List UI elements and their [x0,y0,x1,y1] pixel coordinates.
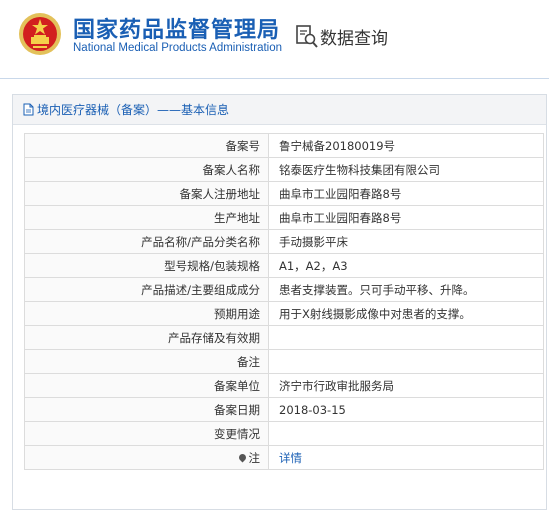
details-link[interactable]: 详情 [279,451,302,465]
row-label: 生产地址 [24,205,269,230]
row-value: 曲阜市工业园阳春路8号 [268,205,544,230]
row-label: 备案人名称 [24,157,269,182]
info-table: 备案号 鲁宁械备20180019号 备案人名称 铭泰医疗生物科技集团有限公司 备… [24,133,544,470]
panel-title: 境内医疗器械（备案）——基本信息 [37,103,230,117]
row-label: 产品描述/主要组成成分 [24,277,269,302]
table-row: 型号规格/包装规格 A1，A2，A3 [24,253,544,278]
row-label: 预期用途 [24,301,269,326]
table-row: 产品存储及有效期 [24,325,544,350]
row-value: 济宁市行政审批服务局 [268,373,544,398]
note-label-cell: 注 [24,445,269,470]
table-row: 备案号 鲁宁械备20180019号 [24,133,544,158]
row-value: 手动摄影平床 [268,229,544,254]
row-label: 注 [248,450,261,465]
site-header: 国家药品监督管理局 National Medical Products Admi… [0,0,549,74]
table-row: 备案单位 济宁市行政审批服务局 [24,373,544,398]
row-value: 2018-03-15 [268,397,544,422]
data-search-link[interactable]: 数据查询 [320,24,388,49]
detail-panel: 境内医疗器械（备案）——基本信息 备案号 鲁宁械备20180019号 备案人名称… [12,94,547,510]
table-row: 备案人注册地址 曲阜市工业园阳春路8号 [24,181,544,206]
row-value [268,421,544,446]
row-value: 曲阜市工业园阳春路8号 [268,181,544,206]
row-label: 备注 [24,349,269,374]
row-label: 型号规格/包装规格 [24,253,269,278]
panel-header: 境内医疗器械（备案）——基本信息 [13,95,546,125]
table-row: 产品描述/主要组成成分 患者支撑装置。只可手动平移、升降。 [24,277,544,302]
national-emblem-icon [19,13,61,55]
row-label: 备案号 [24,133,269,158]
row-label: 产品存储及有效期 [24,325,269,350]
row-label: 产品名称/产品分类名称 [24,229,269,254]
table-row: 变更情况 [24,421,544,446]
table-row: 生产地址 曲阜市工业园阳春路8号 [24,205,544,230]
row-label: 备案单位 [24,373,269,398]
table-row: 备注 [24,349,544,374]
row-value: 用于X射线摄影成像中对患者的支撑。 [268,301,544,326]
row-label: 变更情况 [24,421,269,446]
row-value: A1，A2，A3 [268,253,544,278]
row-value: 鲁宁械备20180019号 [268,133,544,158]
row-value: 铭泰医疗生物科技集团有限公司 [268,157,544,182]
site-title-en: National Medical Products Administration [73,42,283,54]
table-row: 备案人名称 铭泰医疗生物科技集团有限公司 [24,157,544,182]
site-title-cn: 国家药品监督管理局 [73,18,281,43]
document-icon [23,103,34,116]
row-value [268,325,544,350]
header-divider [0,78,549,79]
row-value [268,349,544,374]
table-row: 产品名称/产品分类名称 手动摄影平床 [24,229,544,254]
row-label: 备案人注册地址 [24,181,269,206]
row-value: 详情 [268,445,544,470]
table-row: 备案日期 2018-03-15 [24,397,544,422]
pin-icon [237,452,247,462]
row-value: 患者支撑装置。只可手动平移、升降。 [268,277,544,302]
data-search-icon[interactable] [296,24,318,48]
table-row: 预期用途 用于X射线摄影成像中对患者的支撑。 [24,301,544,326]
row-label: 备案日期 [24,397,269,422]
table-row: 注 详情 [24,445,544,470]
